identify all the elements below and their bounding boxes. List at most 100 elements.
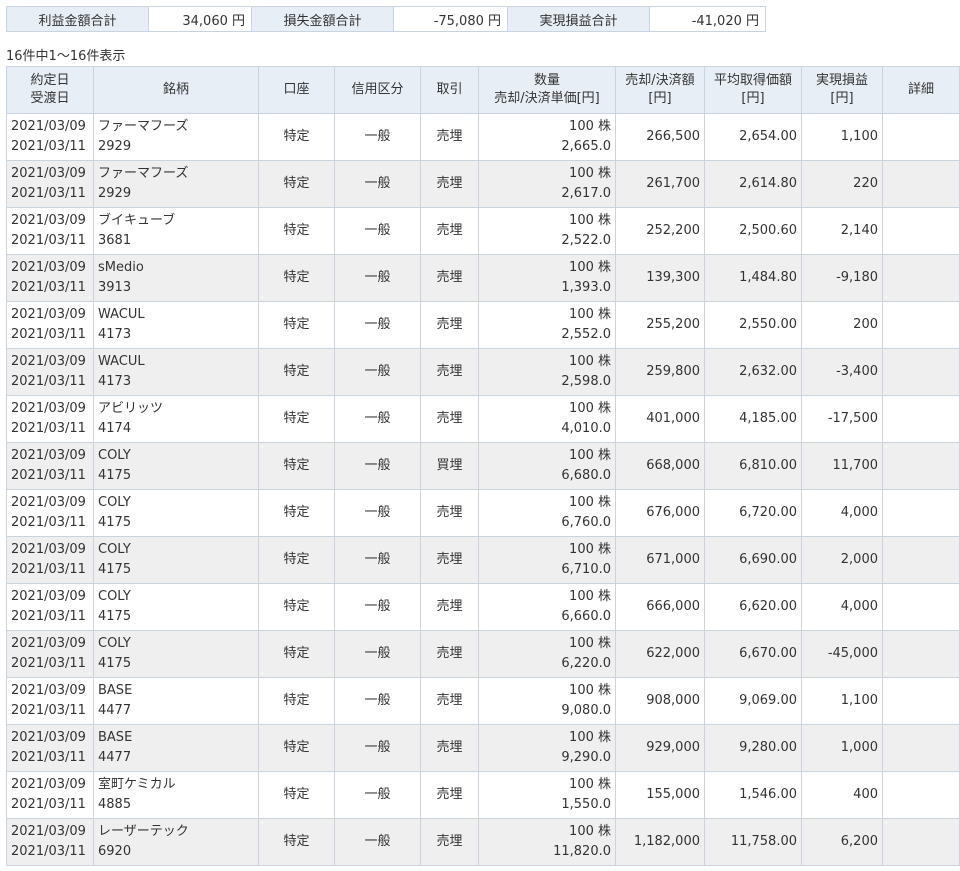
quantity-price-cell: 100 株 9,290.0 bbox=[478, 724, 616, 772]
issue-name: COLY bbox=[98, 448, 131, 463]
settle-price: 11,820.0 bbox=[553, 844, 611, 859]
settle-price: 9,080.0 bbox=[561, 703, 611, 718]
delivery-date: 2021/03/11 bbox=[11, 609, 86, 624]
detail-cell bbox=[882, 395, 960, 443]
trade-cell: 売埋 bbox=[420, 677, 479, 725]
header-quantity-price: 数量 売却/決済単価[円] bbox=[478, 66, 616, 114]
issue-name: BASE bbox=[98, 730, 133, 745]
pnl-cell: -9,180 bbox=[801, 254, 883, 302]
trade-cell: 売埋 bbox=[420, 771, 479, 819]
account-cell: 特定 bbox=[258, 254, 335, 302]
table-row: 2021/03/09 2021/03/11 COLY 4175 特定 一般 売埋 100 株 6… bbox=[6, 630, 960, 678]
issue-cell: レーザーテック 6920 bbox=[93, 818, 259, 866]
account-cell: 特定 bbox=[258, 207, 335, 255]
issue-cell: sMedio 3913 bbox=[93, 254, 259, 302]
quantity: 100 株 bbox=[569, 730, 611, 745]
issue-code: 4477 bbox=[98, 750, 132, 765]
settle-amount-cell: 259,800 bbox=[615, 348, 705, 396]
avg-cost-cell: 6,620.00 bbox=[704, 583, 802, 631]
avg-cost-cell: 9,280.00 bbox=[704, 724, 802, 772]
contract-date: 2021/03/09 bbox=[11, 495, 86, 510]
account-cell: 特定 bbox=[258, 583, 335, 631]
credit-cell: 一般 bbox=[334, 677, 421, 725]
quantity-price-cell: 100 株 2,665.0 bbox=[478, 113, 616, 161]
quantity: 100 株 bbox=[569, 542, 611, 557]
header-account: 口座 bbox=[258, 66, 335, 114]
settle-amount-cell: 252,200 bbox=[615, 207, 705, 255]
issue-name: WACUL bbox=[98, 354, 145, 369]
issue-name: ファーマフーズ bbox=[98, 166, 189, 181]
issue-code: 4175 bbox=[98, 515, 132, 530]
detail-cell bbox=[882, 630, 960, 678]
dates-cell: 2021/03/09 2021/03/11 bbox=[6, 113, 94, 161]
table-row: 2021/03/09 2021/03/11 sMedio 3913 特定 一般 売埋 100 … bbox=[6, 254, 960, 302]
dates-cell: 2021/03/09 2021/03/11 bbox=[6, 818, 94, 866]
delivery-date: 2021/03/11 bbox=[11, 562, 86, 577]
issue-name: BASE bbox=[98, 683, 133, 698]
detail-cell bbox=[882, 113, 960, 161]
trade-cell: 売埋 bbox=[420, 348, 479, 396]
credit-cell: 一般 bbox=[334, 724, 421, 772]
issue-cell: WACUL 4173 bbox=[93, 301, 259, 349]
issue-cell: COLY 4175 bbox=[93, 536, 259, 584]
quantity: 100 株 bbox=[569, 448, 611, 463]
issue-cell: ファーマフーズ 2929 bbox=[93, 160, 259, 208]
detail-cell bbox=[882, 207, 960, 255]
contract-date: 2021/03/09 bbox=[11, 542, 86, 557]
delivery-date: 2021/03/11 bbox=[11, 844, 86, 859]
dates-cell: 2021/03/09 2021/03/11 bbox=[6, 301, 94, 349]
credit-cell: 一般 bbox=[334, 630, 421, 678]
realized-total-value: -41,020 円 bbox=[649, 6, 766, 32]
pnl-cell: -45,000 bbox=[801, 630, 883, 678]
issue-cell: COLY 4175 bbox=[93, 630, 259, 678]
delivery-date: 2021/03/11 bbox=[11, 750, 86, 765]
avg-cost-cell: 6,690.00 bbox=[704, 536, 802, 584]
dates-cell: 2021/03/09 2021/03/11 bbox=[6, 395, 94, 443]
dates-cell: 2021/03/09 2021/03/11 bbox=[6, 583, 94, 631]
profit-total-value: 34,060 円 bbox=[148, 6, 252, 32]
credit-cell: 一般 bbox=[334, 771, 421, 819]
pnl-cell: 2,000 bbox=[801, 536, 883, 584]
dates-cell: 2021/03/09 2021/03/11 bbox=[6, 536, 94, 584]
quantity-price-cell: 100 株 2,617.0 bbox=[478, 160, 616, 208]
table-row: 2021/03/09 2021/03/11 ファーマフーズ 2929 特定 一般 売埋 100… bbox=[6, 160, 960, 208]
settle-amount-cell: 908,000 bbox=[615, 677, 705, 725]
quantity-price-cell: 100 株 1,550.0 bbox=[478, 771, 616, 819]
delivery-date: 2021/03/11 bbox=[11, 139, 86, 154]
issue-cell: BASE 4477 bbox=[93, 724, 259, 772]
header-dates: 約定日 受渡日 bbox=[6, 66, 94, 114]
contract-date: 2021/03/09 bbox=[11, 401, 86, 416]
quantity: 100 株 bbox=[569, 495, 611, 510]
avg-cost-cell: 6,810.00 bbox=[704, 442, 802, 490]
issue-code: 4173 bbox=[98, 374, 132, 389]
avg-cost-cell: 4,185.00 bbox=[704, 395, 802, 443]
account-cell: 特定 bbox=[258, 724, 335, 772]
quantity: 100 株 bbox=[569, 824, 611, 839]
issue-code: 6920 bbox=[98, 844, 132, 859]
avg-cost-cell: 1,484.80 bbox=[704, 254, 802, 302]
contract-date: 2021/03/09 bbox=[11, 307, 86, 322]
credit-cell: 一般 bbox=[334, 254, 421, 302]
dates-cell: 2021/03/09 2021/03/11 bbox=[6, 677, 94, 725]
account-cell: 特定 bbox=[258, 677, 335, 725]
settle-amount-cell: 139,300 bbox=[615, 254, 705, 302]
table-row: 2021/03/09 2021/03/11 BASE 4477 特定 一般 売埋 100 株 9… bbox=[6, 724, 960, 772]
table-row: 2021/03/09 2021/03/11 BASE 4477 特定 一般 売埋 100 株 9… bbox=[6, 677, 960, 725]
delivery-date: 2021/03/11 bbox=[11, 703, 86, 718]
dates-cell: 2021/03/09 2021/03/11 bbox=[6, 724, 94, 772]
credit-cell: 一般 bbox=[334, 160, 421, 208]
table-row: 2021/03/09 2021/03/11 室町ケミカル 4885 特定 一般 売埋 100 … bbox=[6, 771, 960, 819]
issue-name: sMedio bbox=[98, 260, 144, 275]
pnl-cell: 4,000 bbox=[801, 489, 883, 537]
dates-cell: 2021/03/09 2021/03/11 bbox=[6, 348, 94, 396]
quantity-price-cell: 100 株 4,010.0 bbox=[478, 395, 616, 443]
contract-date: 2021/03/09 bbox=[11, 589, 86, 604]
avg-cost-cell: 2,614.80 bbox=[704, 160, 802, 208]
settle-price: 2,552.0 bbox=[561, 327, 611, 342]
quantity-price-cell: 100 株 2,522.0 bbox=[478, 207, 616, 255]
issue-name: 室町ケミカル bbox=[98, 777, 176, 792]
settle-price: 6,760.0 bbox=[561, 515, 611, 530]
quantity: 100 株 bbox=[569, 589, 611, 604]
detail-cell bbox=[882, 348, 960, 396]
credit-cell: 一般 bbox=[334, 442, 421, 490]
